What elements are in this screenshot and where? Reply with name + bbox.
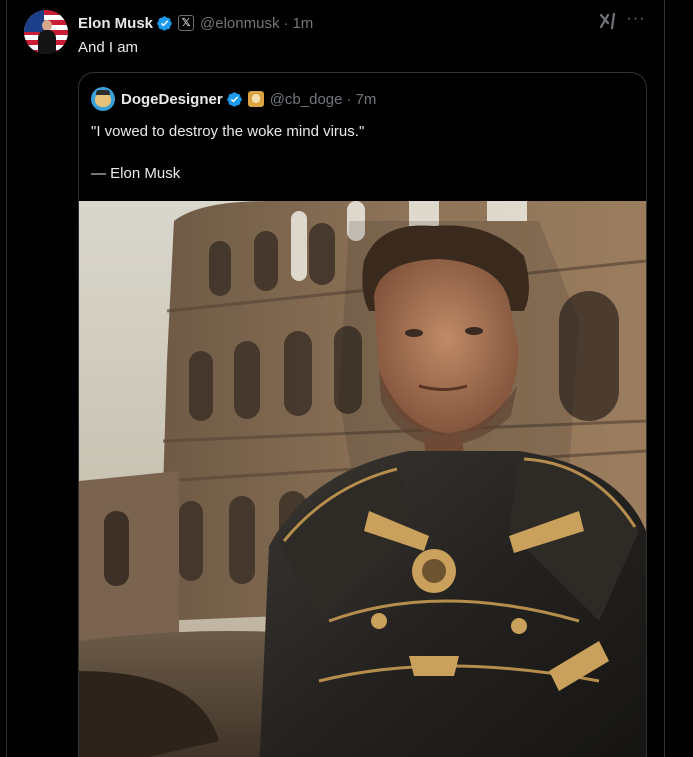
separator: · bbox=[346, 90, 352, 108]
quoted-tweet[interactable]: DogeDesigner @cb_doge · 7m "I vowed to d… bbox=[78, 72, 647, 757]
quoted-author-handle[interactable]: @cb_doge bbox=[270, 91, 343, 108]
quoted-tweet-header: DogeDesigner @cb_doge · 7m bbox=[91, 87, 376, 111]
grok-icon[interactable] bbox=[598, 11, 618, 31]
avatar-figure bbox=[38, 20, 56, 54]
tweet-text: And I am bbox=[78, 39, 139, 56]
quoted-tweet-attribution: — Elon Musk bbox=[91, 165, 181, 182]
colosseum-armor-portrait-image bbox=[79, 201, 646, 757]
author-handle[interactable]: @elonmusk bbox=[200, 15, 279, 32]
quoted-timestamp[interactable]: 7m bbox=[355, 91, 376, 108]
quoted-author-name[interactable]: DogeDesigner bbox=[121, 91, 223, 108]
quoted-author-avatar[interactable] bbox=[91, 87, 115, 111]
tweet-header: Elon Musk 𝕏 @elonmusk · 1m bbox=[78, 13, 313, 33]
author-name[interactable]: Elon Musk bbox=[78, 15, 153, 32]
verified-icon[interactable] bbox=[156, 15, 173, 32]
more-icon[interactable]: ··· bbox=[626, 9, 646, 29]
quoted-tweet-text: "I vowed to destroy the woke mind virus.… bbox=[91, 123, 365, 140]
doge-badge-icon[interactable] bbox=[247, 91, 264, 107]
verified-icon[interactable] bbox=[226, 91, 243, 108]
quoted-media-image[interactable] bbox=[79, 201, 646, 757]
x-affiliate-badge-icon[interactable]: 𝕏 bbox=[178, 15, 195, 31]
author-avatar[interactable] bbox=[24, 10, 68, 54]
timestamp[interactable]: 1m bbox=[292, 15, 313, 32]
separator: · bbox=[283, 14, 289, 32]
